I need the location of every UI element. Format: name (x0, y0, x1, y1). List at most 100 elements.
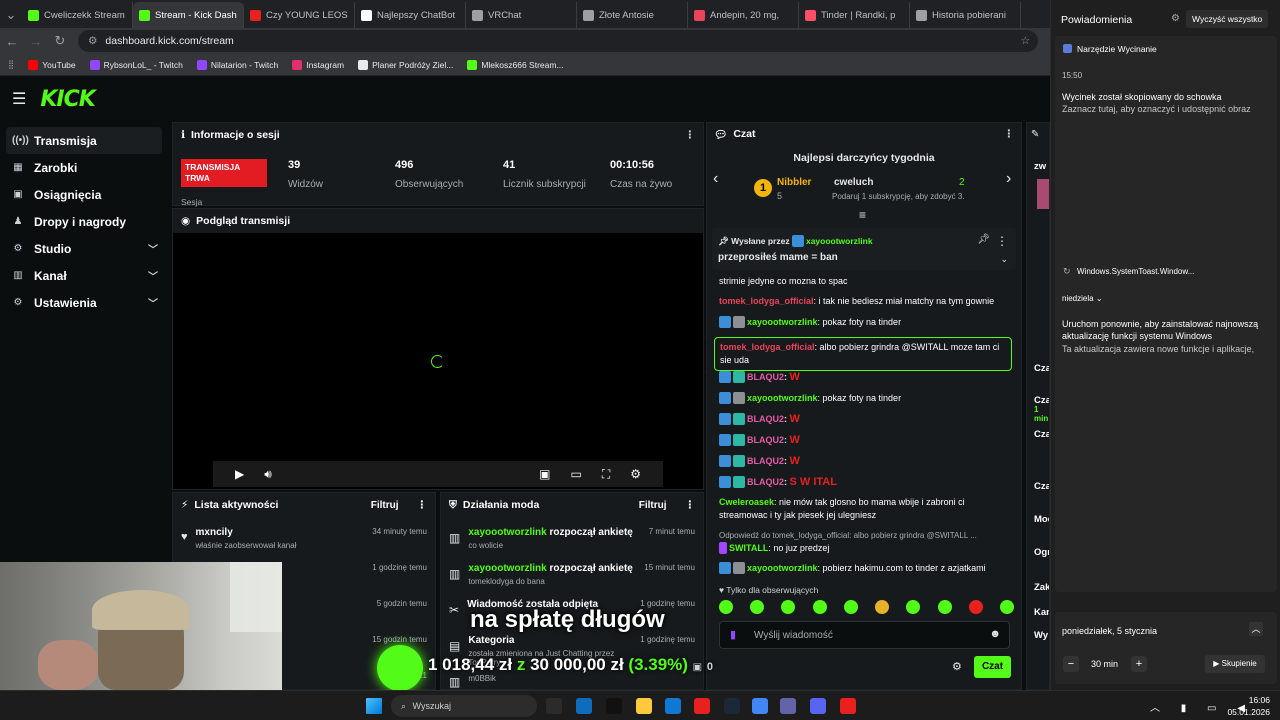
sidebar-item[interactable]: ▣ Osiągnięcia (6, 181, 162, 208)
emote-icon[interactable] (719, 600, 733, 614)
chat-username[interactable]: tomek_lodyga_official (719, 296, 814, 306)
forward-icon[interactable]: → (24, 34, 48, 49)
fullscreen-icon[interactable]: ⛶ (602, 467, 610, 482)
tab-search-icon[interactable]: ⌄ (0, 2, 22, 28)
more-options-icon[interactable]: ⋮ (685, 499, 696, 511)
chat-send-button[interactable]: Czat (974, 656, 1011, 678)
browser-tab[interactable]: Najlepszy ChatBot✕ (355, 2, 466, 28)
browser-tab[interactable]: Historia pobierani✕ (910, 2, 1021, 28)
bookmark-item[interactable]: YouTube (28, 59, 76, 70)
sidebar-item[interactable]: ⚙ Ustawienia ﹀ (6, 289, 162, 316)
taskbar-app-icon[interactable] (840, 698, 856, 714)
taskbar-search[interactable]: ⌕ Wyszukaj (391, 695, 537, 717)
bookmark-star-icon[interactable]: ☆ (1021, 35, 1030, 47)
more-options-icon[interactable]: ⋮ (417, 499, 428, 511)
sidebar-item[interactable]: ⚙ Studio ﹀ (6, 235, 162, 262)
mod-action-line: xayoootworzlink rozpoczął ankietę (468, 527, 633, 538)
sidebar-item[interactable]: ((•)) Transmisja (6, 127, 162, 154)
browser-tab[interactable]: Andepin, 20 mg,✕ (688, 2, 799, 28)
reload-icon[interactable]: ↻ (48, 33, 72, 49)
emote-icon[interactable] (999, 600, 1014, 614)
chat-username[interactable]: BLAQU2 (747, 477, 784, 487)
browser-tab[interactable]: Tinder | Randki, p✕ (799, 2, 910, 28)
taskbar-app-icon[interactable] (606, 698, 622, 714)
emote-icon[interactable] (812, 600, 827, 614)
back-icon[interactable]: ← (0, 34, 24, 49)
filter-button[interactable]: Filtruj (639, 500, 667, 511)
more-options-icon[interactable]: ⋮ (1004, 128, 1015, 140)
sidebar-item[interactable]: ♟ Dropy i nagrody (6, 208, 162, 235)
emote-icon[interactable] (750, 600, 765, 614)
collapse-icon[interactable]: ≡ (859, 208, 866, 222)
sidebar-item[interactable]: ▥ Kanał ﹀ (6, 262, 162, 289)
bookmark-item[interactable]: Planer Podróży Ziel... (358, 59, 453, 70)
site-info-icon[interactable]: ⚙ (88, 35, 97, 47)
expand-icon[interactable]: ⌄ (1000, 254, 1008, 265)
browser-tab[interactable]: VRChat✕ (466, 2, 577, 28)
theater-icon[interactable]: ▭ (570, 467, 581, 481)
bookmark-item[interactable]: RybsonLoL_ - Twitch (89, 59, 183, 70)
chat-settings-icon[interactable]: ⚙ (952, 660, 962, 673)
taskbar-app-icon[interactable] (665, 698, 681, 714)
clear-all-button[interactable]: Wyczyść wszystko (1186, 10, 1269, 28)
emote-icon[interactable] (937, 600, 952, 614)
chat-username[interactable]: xayoootworzlink (747, 317, 818, 327)
browser-tab[interactable]: Złote Antosie✕ (577, 2, 688, 28)
emoji-icon[interactable]: ☻ (989, 628, 1001, 640)
chat-username[interactable]: BLAQU2 (747, 456, 784, 466)
taskbar-app-icon[interactable] (546, 698, 562, 714)
minus-button[interactable]: − (1063, 656, 1079, 672)
browser-tab[interactable]: Czy YOUNG LEOS✕ (244, 2, 355, 28)
taskbar-app-icon[interactable] (724, 698, 740, 714)
taskbar-app-icon[interactable] (752, 698, 768, 714)
taskbar-app-icon[interactable] (780, 698, 796, 714)
chat-username[interactable]: BLAQU2 (747, 414, 784, 424)
emote-icon[interactable] (843, 600, 858, 614)
chat-username[interactable]: BLAQU2 (747, 435, 784, 445)
bookmark-item[interactable]: Instagram (292, 59, 344, 70)
emote-icon[interactable] (968, 600, 983, 614)
focus-button[interactable]: ▶ Skupienie (1205, 655, 1265, 673)
bookmark-item[interactable]: Mlekosz666 Stream... (467, 59, 564, 70)
browser-tab[interactable]: Cweliczekk Stream✕ (22, 2, 133, 28)
bookmark-item[interactable]: Nilatarion - Twitch (196, 59, 278, 70)
taskbar-app-icon[interactable] (636, 698, 652, 714)
more-options-icon[interactable]: ⋮ (685, 129, 696, 141)
unpin-icon[interactable]: 📌︎ (977, 234, 990, 245)
chat-username[interactable]: xayoootworzlink (747, 393, 818, 403)
chat-username[interactable]: Cweleroasek (719, 497, 774, 507)
chat-username[interactable]: xayoootworzlink (747, 563, 818, 573)
url-field[interactable]: ⚙ dashboard.kick.com/stream ☆ (78, 30, 1038, 52)
pip-icon[interactable]: ▣ (539, 467, 550, 481)
more-options-icon[interactable]: ⋮ (996, 234, 1008, 248)
filter-button[interactable]: Filtruj (371, 500, 399, 511)
taskbar-app-icon[interactable] (810, 698, 826, 714)
apps-icon[interactable]: ⣿ (8, 59, 14, 70)
settings-icon[interactable]: ⚙ (1171, 13, 1180, 24)
prev-arrow-icon[interactable]: ‹ (713, 170, 718, 188)
chat-username[interactable]: SWITALL (729, 543, 768, 553)
sidebar-item[interactable]: ▦ Zarobki (6, 154, 162, 181)
volume-icon[interactable]: 🔊︎ (264, 467, 272, 482)
emote-icon[interactable] (875, 600, 890, 614)
play-icon[interactable]: ▶ (235, 467, 244, 481)
chevron-up-icon[interactable]: ︿ (1249, 622, 1263, 636)
settings-icon[interactable]: ⚙ (630, 467, 641, 481)
chat-input[interactable]: ▮ Wyślij wiadomość ☻ (719, 621, 1010, 649)
emote-icon[interactable] (906, 600, 921, 614)
notif-card-1[interactable] (1055, 36, 1277, 592)
kick-logo[interactable]: KICK (40, 87, 95, 112)
start-icon[interactable] (366, 698, 382, 714)
browser-tab[interactable]: Stream - Kick Dash✕ (133, 2, 244, 28)
clock-date[interactable]: 05.01.2026 (1222, 707, 1270, 717)
next-arrow-icon[interactable]: › (1006, 170, 1011, 188)
chat-username[interactable]: tomek_lodyga_official (720, 342, 815, 352)
group-header[interactable]: niedziela ⌄ (1062, 294, 1103, 303)
chat-username[interactable]: BLAQU2 (747, 372, 784, 382)
plus-button[interactable]: + (1131, 656, 1147, 672)
taskbar-app-icon[interactable] (694, 698, 710, 714)
clock-time[interactable]: 16:06 (1236, 695, 1270, 705)
taskbar-app-icon[interactable] (576, 698, 592, 714)
menu-icon[interactable]: ☰ (12, 89, 26, 109)
emote-icon[interactable] (781, 600, 796, 614)
